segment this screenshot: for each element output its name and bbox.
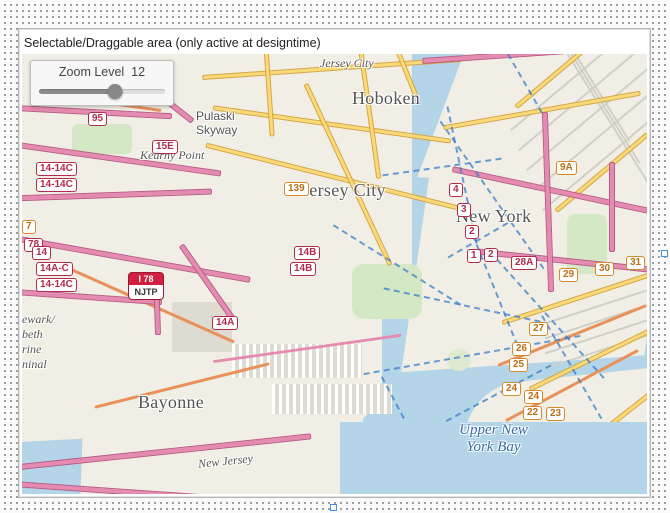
slider-track <box>39 89 165 94</box>
shield-15e: 15E <box>152 140 178 154</box>
shield-24: 24 <box>524 390 543 404</box>
shield-28a: 28A <box>511 256 537 270</box>
label-jersey-city-small: Jersey City <box>320 56 374 71</box>
shield-14: 14 <box>32 246 51 260</box>
highway <box>609 162 615 252</box>
shield-14b: 14B <box>290 262 316 276</box>
shield-4: 4 <box>449 183 463 197</box>
shield-14-14c: 14-14C <box>36 162 77 176</box>
label-jersey-city: Jersey City <box>302 180 386 201</box>
shield-14a: 14A <box>212 316 238 330</box>
park <box>72 124 132 154</box>
shield-2: 2 <box>465 225 479 239</box>
shield-i78-top: I 78 <box>128 272 164 285</box>
shield-nj7: 7 <box>22 220 36 234</box>
shield-9a: 9A <box>556 161 577 175</box>
shield-31: 31 <box>626 256 645 270</box>
shield-26: 26 <box>512 342 531 356</box>
label-hoboken: Hoboken <box>352 88 420 109</box>
label-newark-truncated: ewark/ beth rine ninal <box>22 312 55 372</box>
island-liberty <box>447 349 471 371</box>
pier-block <box>272 384 392 414</box>
shield-14a-c: 14A-C <box>36 262 73 276</box>
shield-14-14c: 14-14C <box>36 178 77 192</box>
zoom-level-panel: Zoom Level 12 <box>30 60 174 106</box>
label-upper-ny-bay: Upper New York Bay <box>340 422 647 494</box>
selection-handle-right[interactable] <box>661 250 668 257</box>
shield-i78-bot: NJTP <box>128 285 164 300</box>
shield-i78-njtp: I 78 NJTP <box>128 272 164 302</box>
zoom-level-label: Zoom Level 12 <box>39 65 165 79</box>
designer-surface: Selectable/Draggable area (only active a… <box>0 0 670 513</box>
selection-handle-bottom[interactable] <box>330 504 337 511</box>
shield-1: 1 <box>467 249 481 263</box>
shield-30: 30 <box>595 262 614 276</box>
map-viewport[interactable]: Jersey City Hoboken Pulaski Skyway Kearn… <box>22 54 647 494</box>
shield-i95: 95 <box>88 112 107 126</box>
shield-14-14c: 14-14C <box>36 278 77 292</box>
shield-25: 25 <box>509 358 528 372</box>
slider-thumb[interactable] <box>107 84 122 99</box>
label-bayonne: Bayonne <box>138 392 204 413</box>
zoom-level-slider[interactable] <box>39 83 165 99</box>
island-ellis <box>422 319 450 337</box>
shield-24: 24 <box>502 382 521 396</box>
shield-22: 22 <box>523 406 542 420</box>
shield-2: 2 <box>484 248 498 262</box>
zoom-level-value: 12 <box>131 65 145 79</box>
zoom-label-text: Zoom Level <box>59 65 124 79</box>
shield-139: 139 <box>284 182 309 196</box>
shield-29: 29 <box>559 268 578 282</box>
shield-14b: 14B <box>294 246 320 260</box>
shield-23: 23 <box>546 407 565 421</box>
label-pulaski-skyway: Pulaski Skyway <box>196 109 237 137</box>
shield-27: 27 <box>529 322 548 336</box>
shield-3: 3 <box>457 203 471 217</box>
designtime-area-label: Selectable/Draggable area (only active a… <box>24 36 321 50</box>
